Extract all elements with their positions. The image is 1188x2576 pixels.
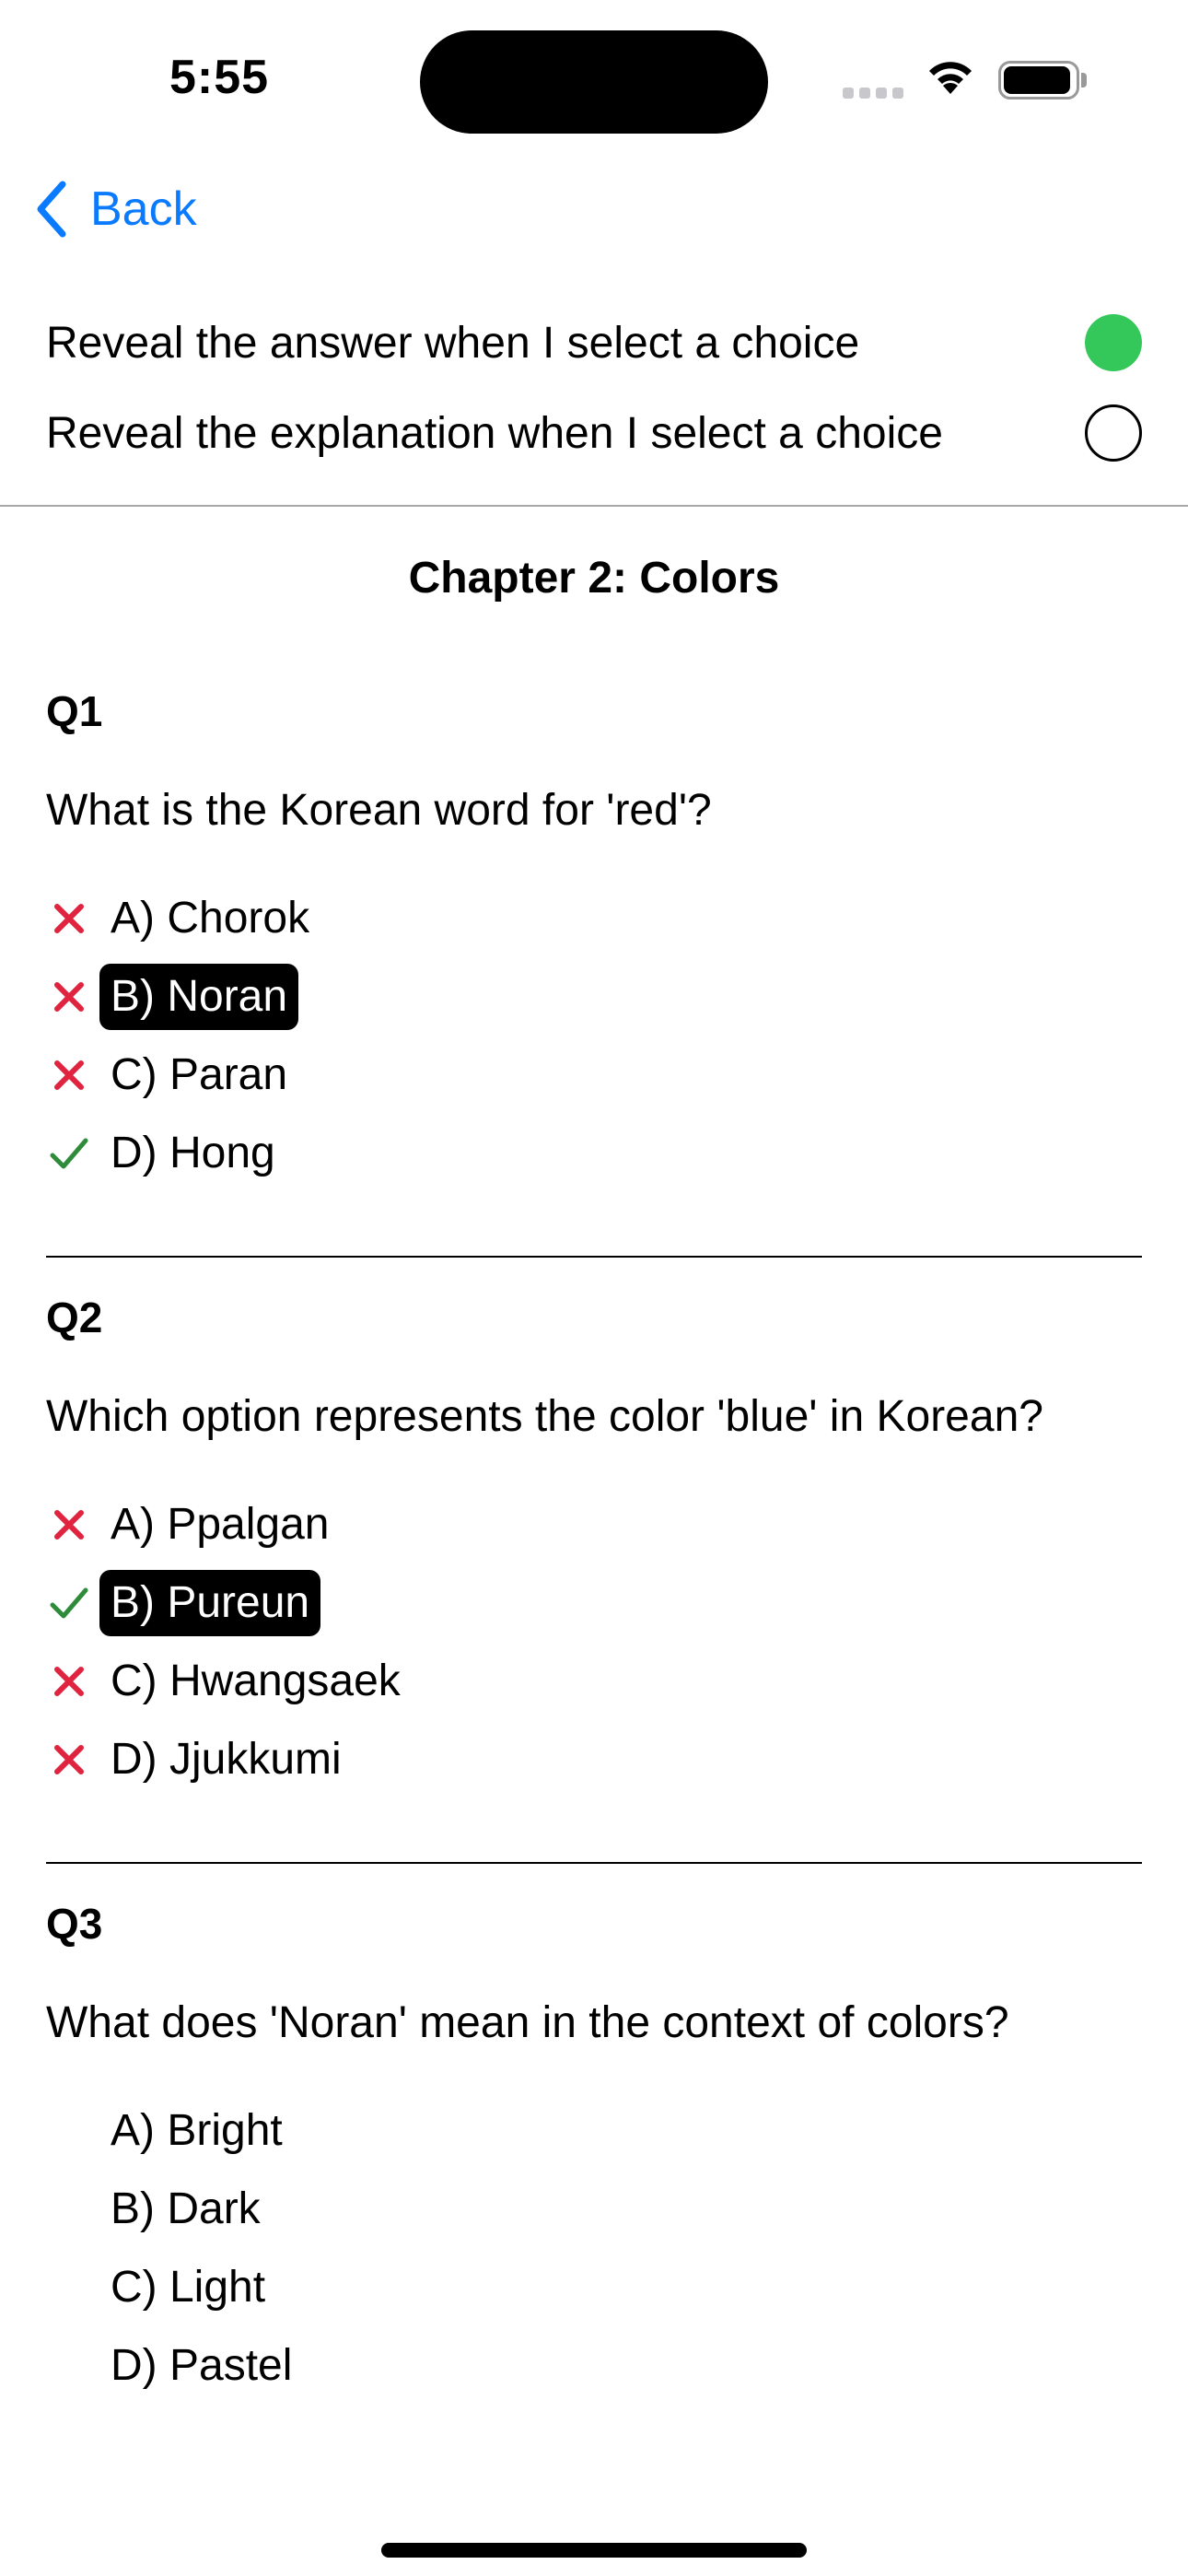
home-indicator (381, 2543, 807, 2558)
check-icon (46, 1580, 92, 1626)
question-text: What does 'Noran' mean in the context of… (46, 1998, 1009, 2047)
question-block: Q1 What is the Korean word for 'red'? A) C… (46, 684, 1142, 1192)
back-label: Back (90, 182, 197, 236)
question-text: Which option represents the color 'blue'… (46, 1392, 1043, 1441)
option-label: A) Ppalgan (111, 1499, 330, 1549)
option-label: A) Bright (111, 2105, 283, 2155)
option-label: C) Light (111, 2262, 266, 2312)
chapter-title: Chapter 2: Colors (408, 554, 780, 603)
x-icon (46, 896, 92, 942)
question-block: Q2 Which option represents the color 'blu… (46, 1290, 1142, 1798)
dynamic-island (420, 30, 768, 134)
x-icon (46, 974, 92, 1020)
answer-option[interactable]: B) Dark (46, 2170, 1142, 2248)
x-icon (46, 1502, 92, 1548)
question-number: Q2 (46, 1294, 103, 1341)
answer-option[interactable]: C) Paran (46, 1036, 1142, 1114)
selected-option-label: B) Pureun (99, 1569, 321, 1636)
option-label: D) Jjukkumi (111, 1734, 342, 1784)
check-icon (46, 1130, 92, 1177)
question-block: Q3 What does 'Noran' mean in the context … (46, 1896, 1142, 2405)
answer-option[interactable]: A) Bright (46, 2091, 1142, 2170)
answer-options: A) Bright B) Dark C) Light D) Pastel (46, 2091, 1142, 2405)
option-label: B) Dark (111, 2184, 261, 2233)
question-text: What is the Korean word for 'red'? (46, 786, 712, 835)
option-label: D) Pastel (111, 2340, 293, 2390)
reveal-explanation-row[interactable]: Reveal the explanation when I select a c… (46, 396, 1142, 470)
answer-options: A) Chorok B) Noran C) Paran D) Hong (46, 879, 1142, 1192)
reveal-answer-row[interactable]: Reveal the answer when I select a choice (46, 306, 1142, 380)
status-time: 5:55 (169, 51, 270, 104)
selected-option-label: B) Noran (99, 963, 299, 1030)
reveal-explanation-toggle[interactable] (1085, 404, 1142, 462)
back-button[interactable]: Back (35, 177, 197, 241)
answer-option[interactable]: C) Light (46, 2248, 1142, 2326)
option-label: D) Hong (111, 1128, 275, 1177)
question-number: Q3 (46, 1900, 103, 1948)
status-bar: 5:55 (0, 0, 1188, 147)
reveal-answer-toggle[interactable] (1085, 314, 1142, 371)
question-divider (46, 1256, 1142, 1258)
cellular-signal-icon (843, 88, 905, 99)
option-label: C) Hwangsaek (111, 1656, 401, 1705)
answer-option[interactable]: D) Pastel (46, 2326, 1142, 2405)
question-divider (46, 1862, 1142, 1864)
settings-divider (0, 505, 1188, 507)
x-icon (46, 1052, 92, 1098)
wifi-icon (929, 62, 972, 94)
answer-option[interactable]: B) Pureun (46, 1563, 1142, 1642)
option-label: C) Paran (111, 1049, 288, 1099)
answer-option[interactable]: D) Jjukkumi (46, 1720, 1142, 1798)
answer-option[interactable]: B) Noran (46, 957, 1142, 1036)
question-number: Q1 (46, 687, 103, 735)
answer-option[interactable]: A) Ppalgan (46, 1485, 1142, 1563)
reveal-answer-label: Reveal the answer when I select a choice (46, 318, 860, 368)
x-icon (46, 1737, 92, 1783)
answer-option[interactable]: C) Hwangsaek (46, 1642, 1142, 1720)
battery-icon (998, 61, 1087, 100)
chevron-left-icon (37, 181, 66, 238)
answer-option[interactable]: D) Hong (46, 1114, 1142, 1192)
x-icon (46, 1658, 92, 1704)
answer-option[interactable]: A) Chorok (46, 879, 1142, 957)
reveal-explanation-label: Reveal the explanation when I select a c… (46, 408, 943, 458)
answer-options: A) Ppalgan B) Pureun C) Hwangsaek D) Jjukku… (46, 1485, 1142, 1798)
option-label: A) Chorok (111, 893, 310, 943)
